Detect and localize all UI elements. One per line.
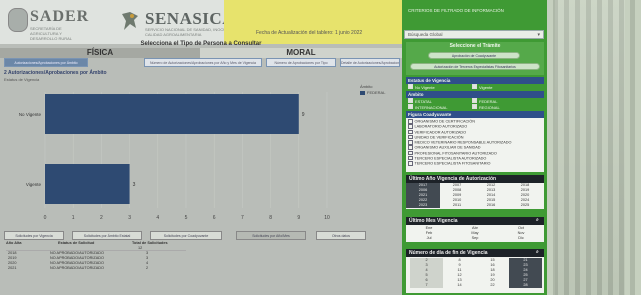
dia-title: Número de día de fin de Vigencia (409, 250, 488, 256)
update-date-text: Fecha de Actualización del tablero: 1 ju… (256, 30, 363, 36)
figura-list: ORGANISMO DE CERTIFICACIÓN LABORATORIO A… (408, 119, 512, 166)
estatus-no-vigente-checkbox[interactable]: No Vigente (408, 84, 435, 90)
x-tick-label: 9 (297, 215, 300, 221)
month-cell[interactable]: Sep (452, 236, 498, 241)
ambito-internacional-checkbox[interactable]: INTERNACIONAL (408, 104, 447, 110)
ambito-section-title: Ámbito (406, 91, 544, 98)
tab-otros[interactable]: Otros datos (316, 231, 366, 240)
x-tick-label: 6 (213, 215, 216, 221)
search-placeholder: Búsqueda Global (408, 32, 443, 37)
ultimo-mes-title: Último Mes Vigencia (409, 218, 458, 224)
category-label: No Vigente (19, 112, 42, 117)
x-tick-label: 0 (44, 215, 47, 221)
cell-estatus: NO APROBADO/AUTORIZADO (50, 251, 104, 255)
x-tick-label: 8 (269, 215, 272, 221)
filter-panel-title: CRITERIOS DE FILTRADO DE INFORMACIÓN (408, 8, 504, 13)
tab-anio-mes[interactable]: Solicitudes por Año/Mes (236, 231, 306, 240)
month-cell[interactable]: Dic (498, 236, 544, 241)
background-highlight (555, 0, 625, 295)
month-cell[interactable]: Jul (406, 236, 452, 241)
update-banner (224, 0, 402, 44)
person-moral-button[interactable]: MORAL (200, 48, 402, 58)
x-tick-label: 3 (128, 215, 131, 221)
global-search-input[interactable]: Búsqueda Global ▾ (404, 30, 544, 39)
cell-total: 4 (146, 261, 149, 265)
tab-ambito-estatal[interactable]: Solicitudes por Ámbito Estatal (72, 231, 142, 240)
day-cell[interactable]: 14 (443, 283, 476, 288)
cell-anio: 2019 (8, 256, 17, 260)
days-grid: 2 8 15 21 3 9 16 23 4 11 18 24 5 12 19 25 6 13 20 27 71… (410, 258, 542, 288)
col-header-anio[interactable]: Año Alta (6, 241, 21, 245)
year-cell[interactable]: 2025 (508, 203, 542, 208)
bar-vigente[interactable] (45, 164, 130, 204)
sader-logo-text: SADER (30, 8, 90, 25)
legend-label: FEDERAL (367, 90, 386, 95)
cell-total: 3 (146, 251, 149, 255)
bottom-tab-row: Solicitudes por Vigencia Solicitudes por… (0, 231, 402, 240)
tab-coadyuvante[interactable]: Solicitudes por Coadyuvante (150, 231, 222, 240)
cell-estatus: NO APROBADO/AUTORIZADO (50, 266, 104, 270)
tab-vigencia[interactable]: Solicitudes por Vigencia (4, 231, 64, 240)
chevron-down-icon[interactable]: ▾ (537, 31, 540, 39)
legend-title: Ámbito (360, 84, 373, 89)
cell-estatus: NO APROBADO/AUTORIZADO (50, 261, 104, 265)
senasica-logo-text: SENASICA (145, 9, 235, 28)
legend-item-federal[interactable]: FEDERAL (360, 90, 385, 95)
view-button-row: Autorizaciones/Aprobaciones por Ámbito N… (0, 58, 402, 68)
cell-anio: 2020 (8, 261, 17, 265)
mexico-shield-icon (8, 8, 28, 32)
year-cell[interactable]: 2016 (474, 203, 508, 208)
day-cell[interactable]: 28 (509, 283, 542, 288)
table-row[interactable]: 2021 NO APROBADO/AUTORIZADO 2 (6, 266, 186, 271)
estatus-section-title: Estatus de Vigencia (406, 77, 544, 84)
chart-title: 2 Autorizaciones/Aprobaciones por Ámbito (4, 70, 107, 76)
x-tick-label: 5 (185, 215, 188, 221)
category-label: Vigente (26, 182, 42, 187)
ambito-bar-chart: 0 1 2 3 4 5 6 7 8 9 10 No Vigente 9 Vigente 3 (19, 92, 330, 221)
col-header-estatus[interactable]: Estatus de Solicitud (58, 241, 94, 245)
day-cell[interactable]: 22 (476, 283, 509, 288)
months-grid: Ene Abr Oct Feb May Nov Jul Sep Dic (406, 226, 544, 241)
tramite-terceros-button[interactable]: Autorización de Terceros Especialistas F… (410, 63, 540, 70)
legend-swatch (360, 90, 365, 95)
x-tick-label: 1 (72, 215, 75, 221)
cell-total: 2 (146, 266, 149, 270)
cell-total: 3 (146, 256, 149, 260)
sader-subtitle: SECRETARÍA DE AGRICULTURA Y DESARROLLO R… (30, 26, 73, 41)
ambito-regional-checkbox[interactable]: REGIONAL (472, 104, 500, 110)
cell-anio: 2018 (8, 251, 17, 255)
figura-item[interactable]: TERCERO ESPECIALISTA FITOSANITARIO (408, 161, 511, 166)
ultimo-anio-title: Último Año Vigencia de Autorización (409, 176, 497, 182)
data-label: 9 (302, 112, 305, 118)
total-value: 12 (138, 246, 143, 250)
year-cell[interactable]: 2023 (406, 203, 440, 208)
figura-section-title: Figura Coadyuvante (406, 111, 544, 118)
view-button-anio-mes[interactable]: Número de Autorizaciones/Aprobaciones po… (144, 58, 262, 67)
figura-item[interactable]: PROFESIONAL FITOSANITARIO AUTORIZADO (408, 151, 511, 156)
bar-no-vigente[interactable] (45, 94, 299, 134)
x-tick-label: 10 (324, 215, 330, 221)
x-tick-label: 2 (100, 215, 103, 221)
tramite-title: Seleccione el Trámite (449, 43, 501, 49)
estatus-vigente-checkbox[interactable]: Vigente (472, 84, 493, 90)
view-button-ambito[interactable]: Autorizaciones/Aprobaciones por Ámbito (4, 58, 88, 67)
view-button-detalle[interactable]: Detalle de Autorizaciones/Aprobaciones (340, 58, 400, 67)
person-fisica-button[interactable]: FÍSICA (0, 48, 200, 58)
view-button-tipo[interactable]: Número de Aprobaciones por Tipo (266, 58, 336, 67)
year-cell[interactable]: 2011 (440, 203, 474, 208)
summary-table: Año Alta Estatus de Solicitud Total de S… (6, 241, 186, 271)
x-tick-label: 7 (241, 215, 244, 221)
x-tick-label: 4 (156, 215, 159, 221)
cell-estatus: NO APROBADO/AUTORIZADO (50, 256, 104, 260)
senasica-eagle-icon (122, 12, 138, 30)
cell-anio: 2021 (8, 266, 17, 270)
search-icon[interactable]: ⌕ (536, 249, 539, 255)
col-header-total[interactable]: Total de Solicitudes (132, 241, 168, 245)
years-grid: 2017 2007 2012 2018 2006 2008 2013 2019 2021 20… (406, 183, 544, 208)
tramite-coadyuvante-button[interactable]: Aprobación de Coadyuvante (428, 52, 520, 59)
day-cell[interactable]: 7 (410, 283, 443, 288)
data-label: 3 (133, 182, 136, 188)
search-icon[interactable]: ⌕ (536, 217, 539, 223)
